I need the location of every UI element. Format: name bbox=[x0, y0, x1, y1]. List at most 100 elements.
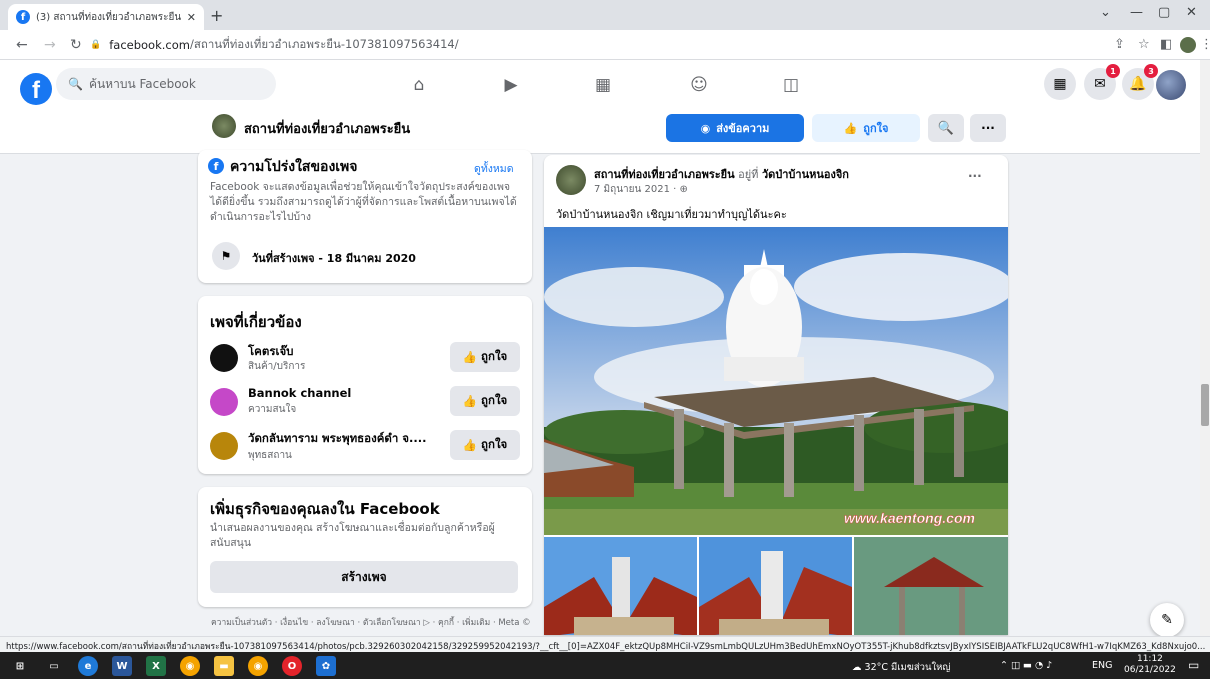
reload-icon[interactable]: ↻ bbox=[70, 37, 82, 53]
marketplace-icon[interactable]: ▦ bbox=[588, 72, 618, 98]
new-tab-button[interactable]: + bbox=[210, 6, 223, 25]
facebook-favicon-icon: f bbox=[16, 10, 30, 24]
post-thumbnail-3[interactable] bbox=[854, 537, 1008, 635]
url-domain: facebook.com bbox=[109, 38, 190, 52]
like-related-page-button[interactable]: 👍 ถูกใจ bbox=[450, 430, 520, 460]
related-pages-title: เพจที่เกี่ยวข้อง bbox=[210, 313, 302, 331]
facebook-search-input[interactable]: 🔍 ค้นหาบน Facebook bbox=[56, 68, 276, 100]
side-panel-icon[interactable]: ◧ bbox=[1160, 37, 1172, 52]
add-business-card: เพิ่มธุรกิจของคุณลงใน Facebook นำเสนอผลง… bbox=[198, 487, 532, 607]
url-path: /สถานที่ท่องเที่ยวอำเภอพระยืน-1073810975… bbox=[189, 37, 459, 51]
account-avatar[interactable] bbox=[1156, 70, 1186, 100]
home-icon[interactable]: ⌂ bbox=[404, 72, 434, 98]
notifications-icon[interactable]: 🔔 3 bbox=[1122, 64, 1158, 100]
add-business-description: นำเสนอผลงานของคุณ สร้างโฆษณาและเชื่อมต่อ… bbox=[210, 522, 495, 549]
chrome-profile-icon[interactable]: ◉ bbox=[248, 656, 268, 676]
related-page-name[interactable]: วัดกลันทาราม พระพุทธองค์ดำ จ.... bbox=[248, 430, 444, 448]
create-page-button[interactable]: สร้างเพจ bbox=[210, 561, 518, 593]
page-name[interactable]: สถานที่ท่องเที่ยวอำเภอพระยืน bbox=[244, 118, 410, 139]
tab-search-icon[interactable]: ⌄ bbox=[1100, 5, 1111, 20]
clock-date: 06/21/2022 bbox=[1124, 665, 1176, 675]
post-author[interactable]: สถานที่ท่องเที่ยวอำเภอพระยืน bbox=[594, 168, 735, 181]
maximize-icon[interactable]: ▢ bbox=[1158, 5, 1170, 20]
back-icon[interactable]: ← bbox=[16, 37, 28, 53]
excel-icon[interactable]: X bbox=[146, 656, 166, 676]
page-avatar[interactable] bbox=[212, 114, 236, 138]
app-icon[interactable]: ✿ bbox=[316, 656, 336, 676]
footer-links[interactable]: ความเป็นส่วนตัว · เงื่อนไข · ลงโฆษณา · ต… bbox=[211, 615, 531, 629]
notification-center-icon[interactable]: ▭ bbox=[1188, 658, 1199, 672]
facebook-top-bar: f 🔍 ค้นหาบน Facebook ⌂ ▶ ▦ ☺ ◫ ▦ ✉ 1 🔔 3 bbox=[0, 60, 1200, 116]
opera-icon[interactable]: O bbox=[282, 656, 302, 676]
search-icon: 🔍 bbox=[68, 77, 83, 91]
messenger-icon[interactable]: ✉ 1 bbox=[1084, 64, 1120, 100]
windows-start-icon[interactable]: ⊞ bbox=[10, 656, 30, 676]
close-window-icon[interactable]: ✕ bbox=[1186, 5, 1197, 20]
close-tab-icon[interactable]: ✕ bbox=[187, 11, 196, 24]
word-icon[interactable]: W bbox=[112, 656, 132, 676]
page-search-button[interactable]: 🔍 bbox=[928, 114, 964, 142]
page-header-bar: สถานที่ท่องเที่ยวอำเภอพระยืน ◉ ส่งข้อควา… bbox=[0, 112, 1200, 154]
add-business-title: เพิ่มธุรกิจของคุณลงใน Facebook bbox=[210, 500, 440, 518]
post-author-avatar[interactable] bbox=[556, 165, 586, 195]
watch-icon[interactable]: ▶ bbox=[496, 72, 526, 98]
browser-tab[interactable]: f (3) สถานที่ท่องเที่ยวอำเภอพระยืน | Fa … bbox=[8, 4, 204, 30]
file-explorer-icon[interactable]: ▬ bbox=[214, 656, 234, 676]
minimize-icon[interactable]: — bbox=[1130, 5, 1143, 20]
see-all-link[interactable]: ดูทั้งหมด bbox=[474, 160, 514, 177]
notifications-badge: 3 bbox=[1144, 64, 1158, 78]
chrome-icon[interactable]: ◉ bbox=[180, 656, 200, 676]
like-page-button[interactable]: 👍 ถูกใจ bbox=[812, 114, 920, 142]
tab-title: (3) สถานที่ท่องเที่ยวอำเภอพระยืน | Fa bbox=[36, 11, 183, 23]
more-options-button[interactable]: ··· bbox=[970, 114, 1006, 142]
temple-photo: www.kaentong.com bbox=[544, 227, 1008, 535]
related-page-category: พุทธสถาน bbox=[248, 450, 292, 461]
post-main-photo[interactable]: www.kaentong.com bbox=[544, 227, 1008, 535]
globe-icon: ⊕ bbox=[679, 184, 688, 195]
url-input[interactable]: 🔒 facebook.com /สถานที่ท่องเที่ยวอำเภอพร… bbox=[90, 34, 1050, 56]
task-view-icon[interactable]: ▭ bbox=[44, 656, 64, 676]
post-thumbnail-2[interactable] bbox=[699, 537, 852, 635]
gaming-icon[interactable]: ◫ bbox=[776, 72, 806, 98]
thumbs-up-icon: 👍 bbox=[843, 121, 858, 135]
related-page-avatar[interactable] bbox=[210, 344, 238, 372]
like-related-page-button[interactable]: 👍 ถูกใจ bbox=[450, 386, 520, 416]
post-card: สถานที่ท่องเที่ยวอำเภอพระยืน อยู่ที่ วัด… bbox=[544, 155, 1008, 635]
photo-watermark: www.kaentong.com bbox=[844, 510, 975, 526]
edge-icon[interactable]: e bbox=[78, 656, 98, 676]
windows-taskbar: ⊞ ▭ e W X ◉ ▬ ◉ O ✿ ☁ 32°C มีเมฆส่วนใหญ่… bbox=[0, 652, 1210, 679]
tray-icons[interactable]: ⌃ ◫ ▬ ◔ ♪ bbox=[1000, 660, 1052, 671]
groups-icon[interactable]: ☺ bbox=[684, 72, 714, 98]
facebook-logo-icon[interactable]: f bbox=[20, 73, 52, 105]
browser-profile-avatar[interactable] bbox=[1180, 37, 1196, 53]
related-page-avatar[interactable] bbox=[210, 388, 238, 416]
page-scrollbar-thumb[interactable] bbox=[1201, 384, 1209, 426]
flag-icon: ⚑ bbox=[212, 242, 240, 270]
menu-grid-icon[interactable]: ▦ bbox=[1044, 68, 1076, 100]
clock[interactable]: 11:12 06/21/2022 bbox=[1124, 654, 1176, 676]
share-icon[interactable]: ⇪ bbox=[1114, 37, 1125, 52]
forward-icon[interactable]: → bbox=[44, 37, 56, 53]
related-page-category: ความสนใจ bbox=[248, 404, 297, 415]
page-scrollbar-track[interactable] bbox=[1200, 60, 1210, 636]
weather-widget[interactable]: ☁ 32°C มีเมฆส่วนใหญ่ bbox=[852, 660, 950, 675]
like-related-page-button[interactable]: 👍 ถูกใจ bbox=[450, 342, 520, 372]
new-message-compose-button[interactable]: ✎ bbox=[1150, 603, 1184, 637]
related-pages-card: เพจที่เกี่ยวข้อง โคตรเจ๊บ สินค้า/บริการ … bbox=[198, 296, 532, 474]
post-date[interactable]: 7 มิถุนายน 2021 · ⊕ bbox=[594, 182, 688, 197]
messenger-small-icon: ◉ bbox=[700, 121, 711, 135]
input-language[interactable]: ENG bbox=[1092, 660, 1112, 671]
temple-roof-photo bbox=[544, 537, 697, 635]
related-page-avatar[interactable] bbox=[210, 432, 238, 460]
send-message-button[interactable]: ◉ ส่งข้อความ bbox=[666, 114, 804, 142]
search-placeholder: ค้นหาบน Facebook bbox=[88, 76, 196, 91]
like-page-label: ถูกใจ bbox=[863, 122, 889, 135]
post-thumbnail-1[interactable] bbox=[544, 537, 697, 635]
post-more-icon[interactable]: ··· bbox=[968, 169, 982, 183]
post-date-text: 7 มิถุนายน 2021 · bbox=[594, 184, 677, 195]
bookmark-star-icon[interactable]: ☆ bbox=[1138, 37, 1150, 52]
post-place[interactable]: วัดป่าบ้านหนองจิก bbox=[762, 168, 849, 181]
related-page-name[interactable]: Bannok channel bbox=[248, 386, 351, 400]
page-created-date: วันที่สร้างเพจ - 18 มีนาคม 2020 bbox=[252, 252, 416, 265]
browser-menu-icon[interactable]: ⋮ bbox=[1200, 37, 1210, 52]
